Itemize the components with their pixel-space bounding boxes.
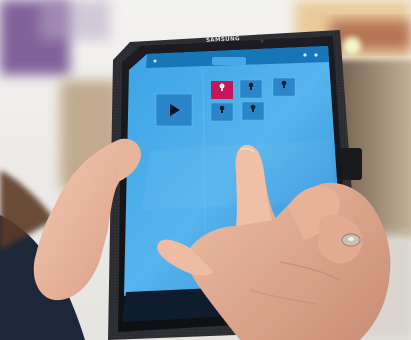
pointing-finger <box>236 144 272 226</box>
left-thumb <box>118 138 141 182</box>
photo-scene: SAMSUNG <box>0 0 411 340</box>
hands <box>33 138 391 340</box>
